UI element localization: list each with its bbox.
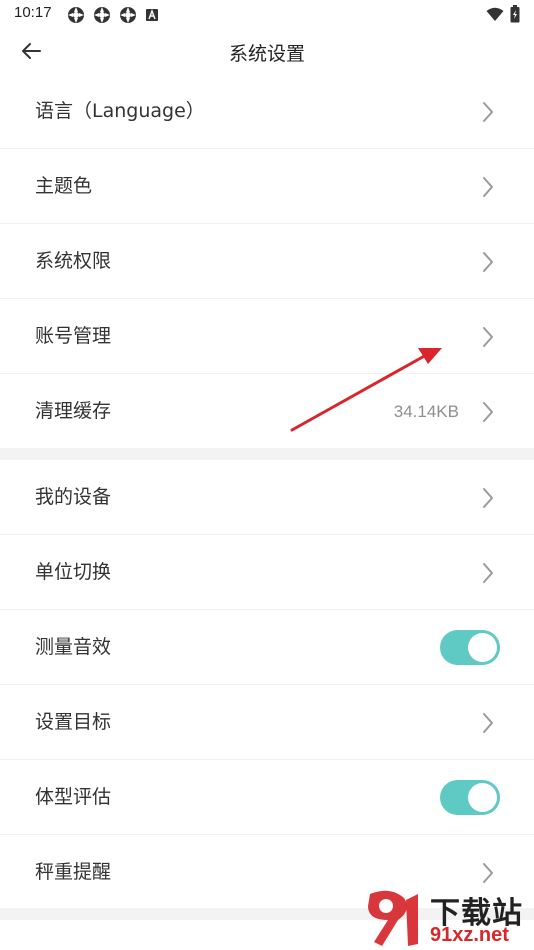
status-time: 10:17 — [14, 4, 52, 21]
status-bar: 10:17 — [0, 0, 534, 28]
chevron-right-icon — [483, 863, 493, 883]
row-label: 语言（Language） — [35, 100, 205, 122]
settings-row-my-devices[interactable]: 我的设备 — [0, 460, 534, 535]
chevron-right-icon — [483, 402, 493, 422]
toggle-knob — [468, 633, 497, 662]
app-notification-icon — [68, 7, 84, 23]
notification-icons — [67, 6, 159, 24]
settings-row-account-management[interactable]: 账号管理 — [0, 299, 534, 374]
row-label: 系统权限 — [35, 250, 112, 272]
measurement-sound-toggle[interactable] — [440, 630, 500, 665]
chevron-right-icon — [483, 177, 493, 197]
chevron-right-icon — [483, 563, 493, 583]
settings-row-measurement-sound: 测量音效 — [0, 610, 534, 685]
row-label: 体型评估 — [35, 786, 112, 808]
settings-group-general: 语言（Language） 主题色 系统权限 账号管理 清理缓存 34.14KB — [0, 74, 534, 448]
app-bar: 系统设置 — [0, 28, 534, 74]
wifi-icon — [486, 7, 504, 21]
group-separator — [0, 448, 534, 460]
chevron-right-icon — [483, 488, 493, 508]
settings-row-clear-cache[interactable]: 清理缓存 34.14KB — [0, 374, 534, 449]
row-label: 我的设备 — [35, 486, 112, 508]
chevron-right-icon — [483, 713, 493, 733]
row-label: 清理缓存 — [35, 400, 112, 422]
settings-row-language[interactable]: 语言（Language） — [0, 74, 534, 149]
text-notification-icon — [146, 9, 158, 21]
row-label: 主题色 — [35, 175, 93, 197]
settings-row-unit-switch[interactable]: 单位切换 — [0, 535, 534, 610]
system-status-icons — [486, 5, 520, 23]
row-label: 账号管理 — [35, 325, 112, 347]
toggle-knob — [468, 783, 497, 812]
body-assessment-toggle[interactable] — [440, 780, 500, 815]
page-title: 系统设置 — [228, 43, 305, 65]
settings-row-system-permissions[interactable]: 系统权限 — [0, 224, 534, 299]
settings-row-body-assessment: 体型评估 — [0, 760, 534, 835]
row-label: 测量音效 — [35, 636, 112, 658]
watermark-logo-icon — [368, 890, 418, 946]
row-label: 单位切换 — [35, 561, 112, 583]
watermark-text-bottom: 91xz.net — [430, 924, 509, 946]
chevron-right-icon — [483, 252, 493, 272]
battery-icon — [510, 5, 520, 23]
site-watermark: 下载站 91xz.net — [360, 886, 530, 950]
settings-row-theme-color[interactable]: 主题色 — [0, 149, 534, 224]
app-notification-icon — [94, 7, 110, 23]
chevron-right-icon — [483, 327, 493, 347]
settings-group-device: 我的设备 单位切换 测量音效 设置目标 体型评估 秤重提醒 — [0, 460, 534, 910]
row-label: 秤重提醒 — [35, 861, 112, 883]
chevron-right-icon — [483, 102, 493, 122]
app-notification-icon — [120, 7, 136, 23]
system-settings-screen: 10:17 系统设置 语言（Language） 主题色 系统权限 账号管理 清理… — [0, 0, 534, 950]
row-label: 设置目标 — [35, 711, 112, 733]
cache-size-value: 34.14KB — [393, 402, 459, 421]
settings-row-set-goal[interactable]: 设置目标 — [0, 685, 534, 760]
